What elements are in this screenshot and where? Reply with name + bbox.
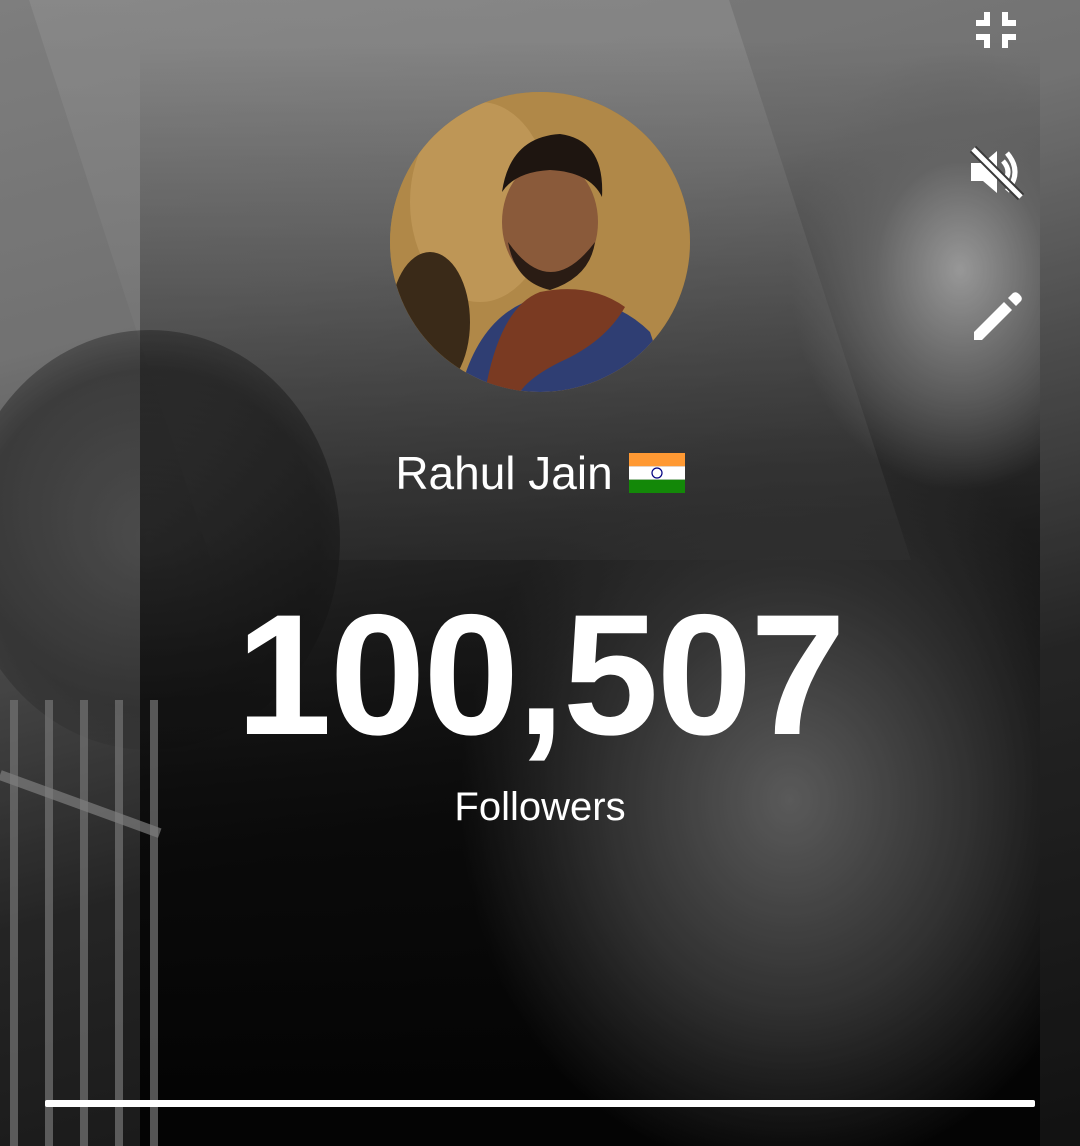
follower-label: Followers [454,785,626,829]
fullscreen-exit-icon [976,12,1016,48]
edit-button[interactable] [966,288,1026,348]
mute-button[interactable] [966,142,1026,202]
profile-avatar[interactable] [390,92,690,392]
follower-counter-screen: Rahul Jain 100,507 Followers [0,0,1080,1146]
india-flag-icon [628,453,685,493]
progress-fill [45,1100,1035,1107]
volume-off-icon [969,145,1025,201]
progress-bar [45,1100,1035,1107]
avatar-photo [390,92,690,392]
profile-name: Rahul Jain [395,447,613,499]
fullscreen-exit-button[interactable] [966,0,1026,60]
edit-pencil-icon [974,292,1022,340]
follower-count: 100,507 [236,579,846,771]
profile-name-row: Rahul Jain [0,445,1080,501]
